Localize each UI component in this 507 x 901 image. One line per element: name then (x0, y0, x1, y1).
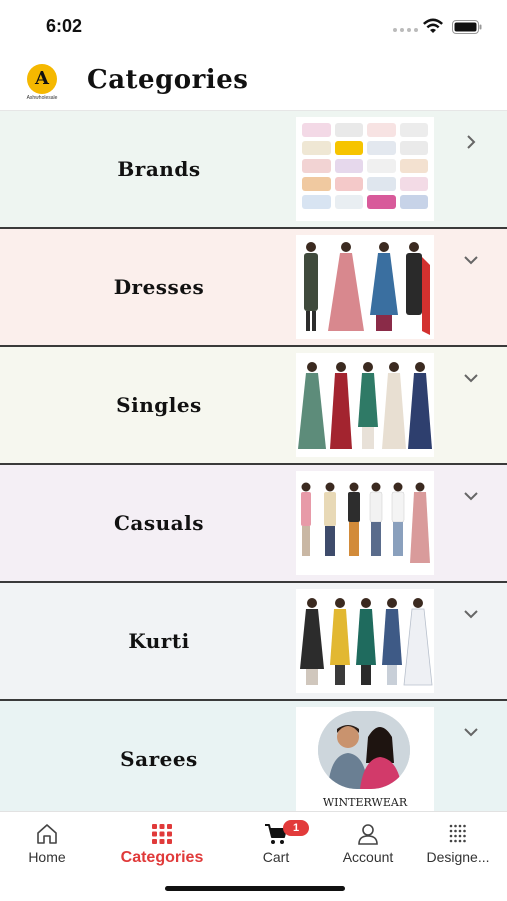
casuals-thumbnail (296, 471, 434, 575)
category-label: Kurti (128, 629, 190, 653)
category-row-kurti[interactable]: Kurti (0, 583, 507, 701)
wifi-icon (423, 18, 443, 33)
category-row-casuals[interactable]: Casuals (0, 465, 507, 583)
logo-letter: A (35, 68, 49, 89)
chevron-down-icon[interactable] (460, 485, 482, 507)
tab-categories[interactable]: Categories (112, 822, 212, 872)
cellular-signal-icon (393, 28, 418, 32)
home-icon (37, 824, 57, 844)
app-logo[interactable]: A Ashwholesale (22, 64, 62, 101)
grid-icon (152, 824, 172, 844)
home-indicator[interactable] (165, 886, 345, 891)
tab-label: Home (28, 849, 66, 865)
winterwear-thumbnail: WINTERWEAR (296, 707, 434, 811)
tab-designer[interactable]: Designe... (408, 822, 507, 872)
tab-home[interactable]: Home (0, 822, 97, 872)
tab-account[interactable]: Account (318, 822, 418, 872)
tab-label: Account (342, 849, 394, 865)
status-time: 6:02 (46, 16, 83, 36)
status-bar: 6:02 (0, 0, 507, 52)
category-label: Casuals (114, 511, 204, 535)
tab-cart[interactable]: 1 Cart (226, 820, 326, 872)
app-header: A Ashwholesale Categories (0, 52, 507, 111)
chevron-down-icon[interactable] (460, 603, 482, 625)
tab-label: Designe... (426, 849, 490, 865)
cart-count-badge: 1 (283, 820, 309, 836)
battery-icon (452, 20, 482, 34)
account-icon (358, 824, 378, 845)
logo-caption: Ashwholesale (26, 95, 58, 101)
category-label: Sarees (120, 747, 198, 771)
singles-thumbnail (296, 353, 434, 457)
brand-logos-thumbnail (296, 117, 434, 221)
logo-badge: A (27, 64, 57, 94)
category-label: Brands (117, 157, 201, 181)
category-label: Singles (116, 393, 202, 417)
cart-icon-wrap: 1 (263, 820, 309, 846)
tab-label: Cart (262, 849, 290, 865)
category-label: Dresses (113, 275, 205, 299)
kurti-thumbnail (296, 589, 434, 693)
category-row-dresses[interactable]: Dresses (0, 229, 507, 347)
designer-icon (449, 824, 466, 843)
winterwear-caption: WINTERWEAR (322, 796, 408, 809)
chevron-right-icon[interactable] (460, 131, 482, 153)
dresses-thumbnail (296, 235, 434, 339)
winterwear-photo (318, 711, 410, 789)
page-title: Categories (87, 65, 249, 95)
chevron-down-icon[interactable] (460, 367, 482, 389)
chevron-down-icon[interactable] (460, 721, 482, 743)
category-row-singles[interactable]: Singles (0, 347, 507, 465)
category-list[interactable]: Brands Dresses Singles Casuals Kurti Sar… (0, 111, 507, 811)
category-row-sarees[interactable]: Sarees WINTERWEAR (0, 701, 507, 811)
tab-label: Categories (120, 849, 204, 866)
category-row-brands[interactable]: Brands (0, 111, 507, 229)
chevron-down-icon[interactable] (460, 249, 482, 271)
